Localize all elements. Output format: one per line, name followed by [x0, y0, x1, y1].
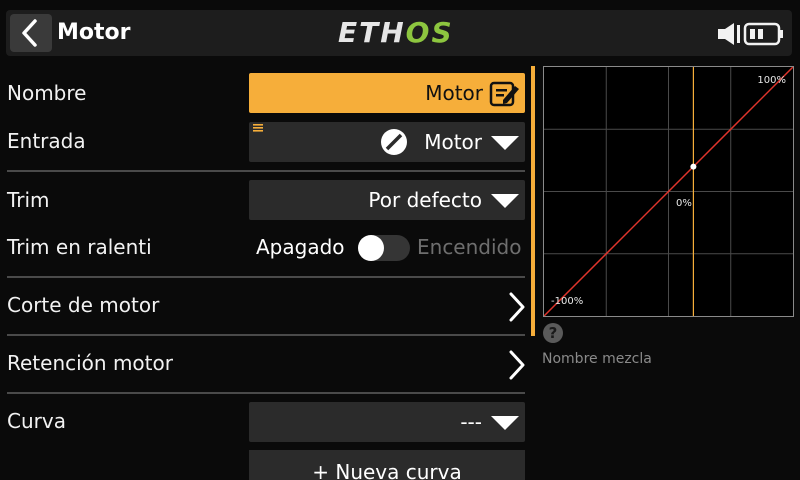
name-label: Nombre	[7, 81, 87, 105]
divider	[7, 170, 525, 172]
ethos-logo: ETHOS	[338, 16, 454, 50]
divider	[7, 392, 525, 394]
divider	[7, 334, 525, 336]
tick-label-top: 100%	[757, 75, 786, 86]
input-value: Motor	[424, 130, 482, 154]
speaker-icon	[718, 23, 740, 45]
new-curve-label: + Nueva curva	[312, 460, 462, 480]
curve-preview-chart: 100% 0% -100%	[543, 66, 794, 317]
tick-label-bottom: -100%	[551, 296, 583, 307]
motor-cut-label[interactable]: Corte de motor	[7, 291, 159, 319]
menu-marker-icon	[253, 124, 263, 132]
current-point-marker	[690, 163, 697, 170]
curve-field[interactable]: ---	[249, 402, 525, 442]
help-icon[interactable]: ?	[543, 323, 563, 343]
trim-label: Trim	[7, 188, 50, 212]
edit-icon	[489, 81, 519, 107]
input-label: Entrada	[7, 129, 86, 153]
logo-text-os: OS	[405, 16, 454, 49]
header: Motor ETHOS	[0, 0, 800, 66]
dropdown-caret-icon	[491, 194, 519, 208]
idle-trim-toggle[interactable]	[358, 235, 410, 261]
curve-chart-svg: 100% 0% -100%	[544, 67, 793, 316]
logo-text-eth: ETH	[338, 16, 406, 49]
name-value: Motor	[425, 81, 483, 105]
input-field[interactable]: Motor	[249, 122, 525, 162]
curve-label: Curva	[7, 409, 66, 433]
name-field[interactable]: Motor	[249, 73, 525, 113]
new-curve-button[interactable]: + Nueva curva	[249, 450, 525, 480]
trim-value: Por defecto	[368, 188, 482, 212]
chevron-right-icon[interactable]	[506, 291, 528, 323]
toggle-knob	[358, 235, 384, 261]
scroll-indicator	[531, 66, 535, 336]
dropdown-caret-icon	[491, 416, 519, 430]
mix-name-label: Nombre mezcla	[542, 351, 652, 367]
page-title: Motor	[57, 20, 131, 45]
slider-source-icon	[381, 129, 407, 155]
tick-label-mid: 0%	[676, 198, 692, 209]
dropdown-caret-icon	[491, 136, 519, 150]
idle-trim-label: Trim en ralenti	[7, 235, 152, 259]
status-icons	[718, 22, 783, 46]
chevron-left-icon	[22, 19, 37, 47]
idle-trim-on-label: Encendido	[417, 235, 522, 259]
divider	[7, 276, 525, 278]
motor-hold-label[interactable]: Retención motor	[7, 349, 173, 377]
trim-field[interactable]: Por defecto	[249, 180, 525, 220]
battery-icon	[743, 22, 783, 46]
back-button[interactable]	[10, 14, 52, 52]
chevron-right-icon[interactable]	[506, 349, 528, 381]
idle-trim-off-label: Apagado	[256, 235, 345, 259]
curve-value: ---	[460, 410, 482, 434]
